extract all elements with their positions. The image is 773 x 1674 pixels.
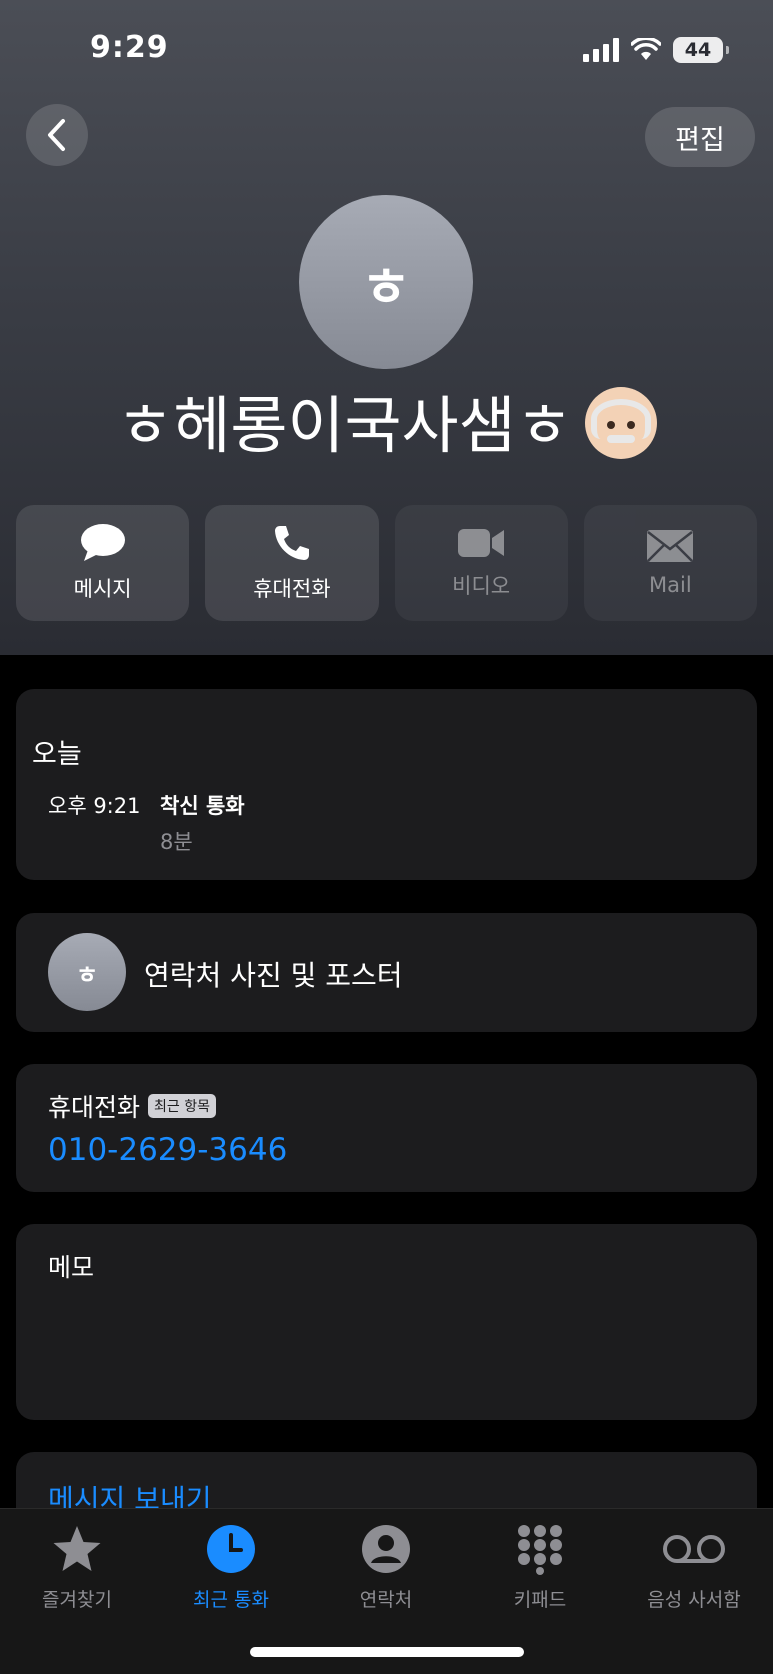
poster-avatar: ㅎ — [48, 933, 126, 1011]
message-action-label: 메시지 — [73, 577, 132, 601]
voicemail-icon — [663, 1535, 725, 1563]
phone-label-row: 휴대전화 최근 항목 — [48, 1088, 216, 1124]
star-icon — [53, 1526, 101, 1571]
mail-action-label: Mail — [649, 573, 692, 597]
message-action-button[interactable]: 메시지 — [16, 505, 190, 621]
quick-actions: 메시지 휴대전화 비디오 Mail — [16, 505, 757, 621]
back-button[interactable] — [26, 104, 88, 166]
phone-action-button[interactable]: 휴대전화 — [205, 505, 379, 621]
message-icon — [80, 524, 125, 561]
wifi-icon — [631, 38, 661, 60]
tab-recents-label: 최근 통화 — [193, 1589, 269, 1611]
contact-header: 9:29 44 편집 ㅎ ㅎ헤롱이국사샘ㅎ 메시지 휴대전화 비디오 Mail — [0, 0, 773, 655]
phone-icon — [274, 526, 309, 560]
phone-type-label: 휴대전화 — [48, 1093, 141, 1122]
contact-name-text: ㅎ헤롱이국사샘ㅎ — [116, 389, 573, 462]
poster-label: 연락처 사진 및 포스터 — [144, 959, 403, 992]
home-indicator[interactable] — [250, 1647, 524, 1657]
old-man-emoji-icon — [584, 387, 657, 459]
edit-button[interactable]: 편집 — [645, 107, 755, 167]
recent-call-card — [16, 689, 757, 880]
person-icon — [362, 1525, 410, 1573]
phone-number-link[interactable]: 010-2629-3646 — [48, 1132, 287, 1168]
tab-favorites[interactable]: 즐겨찾기 — [2, 1523, 152, 1612]
memo-card[interactable] — [16, 1224, 757, 1420]
mail-icon — [647, 530, 694, 562]
video-action-label: 비디오 — [452, 574, 511, 598]
chevron-left-icon — [48, 119, 65, 151]
contact-avatar: ㅎ — [299, 195, 473, 369]
tab-recents[interactable]: 최근 통화 — [156, 1523, 306, 1612]
recent-call-time: 오후 9:21 — [48, 794, 141, 818]
recent-day-label: 오늘 — [32, 739, 82, 770]
signal-icon — [583, 38, 619, 62]
video-action-button[interactable]: 비디오 — [394, 505, 568, 621]
tab-contacts[interactable]: 연락처 — [311, 1523, 461, 1612]
video-icon — [458, 529, 505, 557]
memo-label: 메모 — [48, 1253, 95, 1282]
tab-voicemail[interactable]: 음성 사서함 — [619, 1523, 769, 1612]
tab-keypad-label: 키패드 — [513, 1589, 567, 1611]
tab-favorites-label: 즐겨찾기 — [42, 1589, 112, 1611]
status-time: 9:29 — [90, 30, 169, 65]
phone-action-label: 휴대전화 — [253, 577, 331, 601]
recent-call-type: 착신 통화 — [160, 794, 245, 818]
battery-icon: 44 — [673, 37, 729, 63]
tab-voicemail-label: 음성 사서함 — [647, 1589, 741, 1611]
mail-action-button[interactable]: Mail — [583, 505, 757, 621]
tab-keypad[interactable]: 키패드 — [465, 1523, 615, 1612]
clock-icon — [207, 1525, 255, 1573]
tab-contacts-label: 연락처 — [359, 1589, 413, 1611]
recent-call-duration: 8분 — [160, 830, 193, 854]
contact-name: ㅎ헤롱이국사샘ㅎ — [0, 382, 773, 470]
recent-badge: 최근 항목 — [148, 1094, 216, 1118]
keypad-icon — [518, 1525, 562, 1575]
phone-number-card[interactable] — [16, 1064, 757, 1192]
status-icons: 44 — [583, 34, 729, 66]
